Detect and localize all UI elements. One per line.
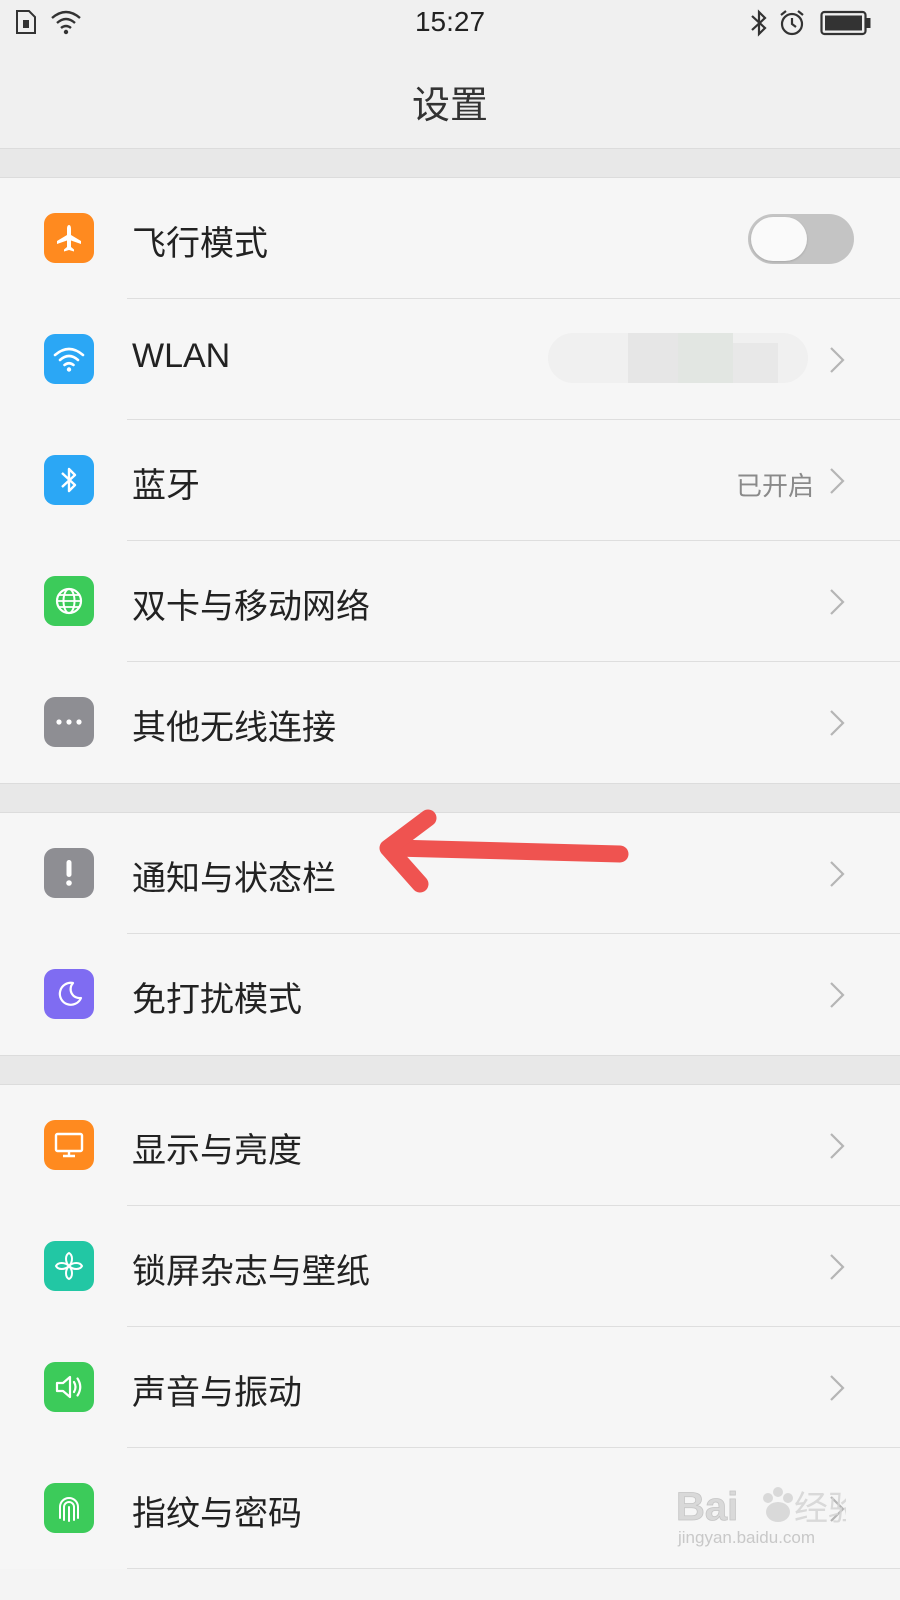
wifi-icon [44,334,94,384]
toggle-knob [751,217,807,261]
setting-row-bluetooth[interactable]: 蓝牙 已开启 [0,420,900,541]
airplane-icon [44,213,94,263]
chevron-right-icon [830,1254,845,1280]
setting-row-dual-sim[interactable]: 双卡与移动网络 [0,541,900,662]
bluetooth-status: 已开启 [735,472,814,502]
setting-row-sound[interactable]: 声音与振动 [0,1327,900,1448]
chevron-right-icon [830,982,845,1008]
app-header: 设置 [0,48,900,149]
setting-label: 免打扰模式 [132,980,302,1020]
chevron-right-icon [830,710,845,736]
setting-row-wlan[interactable]: WLAN [0,299,900,420]
notification-icon [44,848,94,898]
settings-screen: 15:27 设置 飞行模式 WLAN 蓝牙 已开启 双卡与移动网络 其他无线连接… [0,0,900,1600]
setting-label: 通知与状态栏 [132,859,336,899]
setting-label: 其他无线连接 [132,708,336,748]
setting-label: 声音与振动 [132,1373,302,1413]
chevron-right-icon [830,1375,845,1401]
more-icon [44,697,94,747]
watermark-url: jingyan.baidu.com [678,1528,816,1547]
battery-icon [820,10,871,36]
section-gap [0,1055,900,1085]
setting-label: 锁屏杂志与壁纸 [132,1252,370,1292]
bluetooth-icon [751,9,767,37]
chevron-right-icon [830,468,845,494]
svg-text:经验: 经验 [794,1489,846,1529]
setting-row-do-not-disturb[interactable]: 免打扰模式 [0,934,900,1055]
globe-icon [44,576,94,626]
chevron-right-icon [830,347,845,373]
chevron-right-icon [830,1133,845,1159]
section-gap [0,148,900,178]
setting-row-lockscreen[interactable]: 锁屏杂志与壁纸 [0,1206,900,1327]
setting-label: 双卡与移动网络 [132,587,370,627]
bluetooth-icon [44,455,94,505]
chevron-right-icon [830,861,845,887]
airplane-mode-toggle[interactable] [748,214,854,264]
moon-icon [44,969,94,1019]
setting-row-airplane-mode[interactable]: 飞行模式 [0,178,900,299]
chevron-right-icon [830,589,845,615]
alarm-icon [780,10,804,36]
redacted-network-name [548,333,808,383]
fingerprint-icon [44,1483,94,1533]
setting-row-display[interactable]: 显示与亮度 [0,1085,900,1206]
setting-label: WLAN [132,337,231,375]
svg-text:Bai: Bai [676,1485,738,1529]
setting-row-other-wireless[interactable]: 其他无线连接 [0,662,900,783]
setting-label: 蓝牙 [132,466,200,506]
display-icon [44,1120,94,1170]
status-bar: 15:27 [0,0,900,48]
settings-group-connectivity: 飞行模式 WLAN 蓝牙 已开启 双卡与移动网络 其他无线连接 [0,178,900,783]
setting-label: 显示与亮度 [132,1131,302,1171]
setting-label: 飞行模式 [132,224,268,264]
annotation-arrow [379,809,629,893]
page-title: 设置 [411,83,488,127]
speaker-icon [44,1362,94,1412]
pinwheel-icon [44,1241,94,1291]
setting-label: 指纹与密码 [132,1494,302,1534]
row-divider [127,1568,900,1569]
